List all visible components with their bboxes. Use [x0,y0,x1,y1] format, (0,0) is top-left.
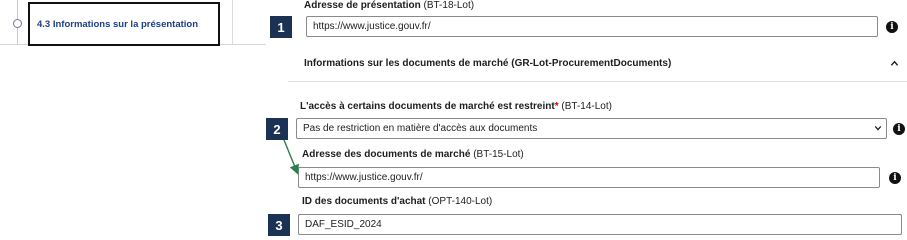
procurement-documents-id-label: ID des documents d'achat (OPT-140-Lot) [302,196,493,207]
nav-border [232,0,233,44]
step-badge-1: 1 [270,16,292,38]
step-badge-2: 2 [266,118,288,140]
nav-divider [0,44,28,45]
nav-divider [220,44,266,45]
presentation-address-input[interactable]: https://www.justice.gouv.fr/ [306,16,878,37]
document-restriction-label: L'accès à certains documents de marché e… [300,101,612,112]
procurement-documents-id-input[interactable]: DAF_ESID_2024 [298,214,902,235]
info-icon[interactable]: i [886,21,898,33]
section-title: Informations sur les documents de marché… [304,58,672,69]
nav-step-dot [13,19,22,28]
step-badge-3: 3 [268,214,290,236]
documents-address-input[interactable]: https://www.justice.gouv.fr/ [298,167,880,188]
chevron-up-icon[interactable] [890,59,899,68]
procurement-documents-section-header[interactable]: Informations sur les documents de marché… [288,46,907,82]
nav-item-label: 4.3 Informations sur la présentation [37,18,199,30]
info-icon[interactable]: i [889,172,901,184]
nav-item-presentation-info[interactable]: 4.3 Informations sur la présentation [28,2,220,46]
document-restriction-select[interactable]: Pas de restriction en matière d'accès au… [296,118,887,139]
chevron-down-icon [874,125,882,131]
documents-address-label: Adresse des documents de marché (BT-15-L… [302,149,524,160]
info-icon[interactable]: i [893,123,905,135]
presentation-address-label: Adresse de présentation (BT-18-Lot) [304,0,475,11]
